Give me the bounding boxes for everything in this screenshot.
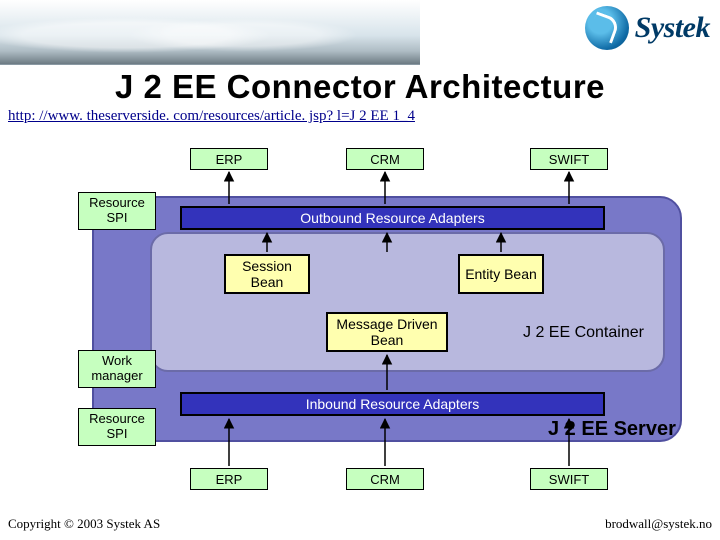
node-crm-top: CRM	[346, 148, 424, 170]
label: CRM	[370, 472, 400, 487]
label: Outbound Resource Adapters	[300, 210, 484, 226]
top-banner: Systek	[0, 0, 720, 65]
footer-email: brodwall@systek.no	[605, 516, 712, 532]
label: ERP	[216, 472, 243, 487]
bar-inbound-adapters: Inbound Resource Adapters	[180, 392, 605, 416]
node-crm-bottom: CRM	[346, 468, 424, 490]
node-swift-bottom: SWIFT	[530, 468, 608, 490]
label: Entity Bean	[465, 266, 537, 282]
node-erp-top: ERP	[190, 148, 268, 170]
slide: Systek J 2 EE Connector Architecture htt…	[0, 0, 720, 540]
label: Resource SPI	[79, 412, 155, 442]
node-resource-spi-bottom: Resource SPI	[78, 408, 156, 446]
label: CRM	[370, 152, 400, 167]
node-work-manager: Work manager	[78, 350, 156, 388]
label: Resource SPI	[79, 196, 155, 226]
node-resource-spi-top: Resource SPI	[78, 192, 156, 230]
logo: Systek	[585, 6, 710, 50]
logo-text: Systek	[635, 11, 710, 45]
copyright: Copyright © 2003 Systek AS	[8, 516, 160, 532]
label: Inbound Resource Adapters	[306, 396, 480, 412]
source-url-link[interactable]: http: //www. theserverside. com/resource…	[8, 108, 415, 125]
label: Work manager	[79, 354, 155, 384]
bean-session: Session Bean	[224, 254, 310, 294]
banner-illustration	[0, 0, 420, 65]
label-j2ee-container: J 2 EE Container	[523, 324, 644, 342]
page-title: J 2 EE Connector Architecture	[0, 68, 720, 106]
logo-globe-icon	[585, 6, 629, 50]
node-erp-bottom: ERP	[190, 468, 268, 490]
label: Message Driven Bean	[328, 316, 446, 348]
label: ERP	[216, 152, 243, 167]
label: SWIFT	[549, 152, 589, 167]
label: SWIFT	[549, 472, 589, 487]
label-j2ee-server: J 2 EE Server	[548, 418, 676, 441]
bar-outbound-adapters: Outbound Resource Adapters	[180, 206, 605, 230]
node-swift-top: SWIFT	[530, 148, 608, 170]
bean-mdb: Message Driven Bean	[326, 312, 448, 352]
label: Session Bean	[226, 258, 308, 290]
bean-entity: Entity Bean	[458, 254, 544, 294]
